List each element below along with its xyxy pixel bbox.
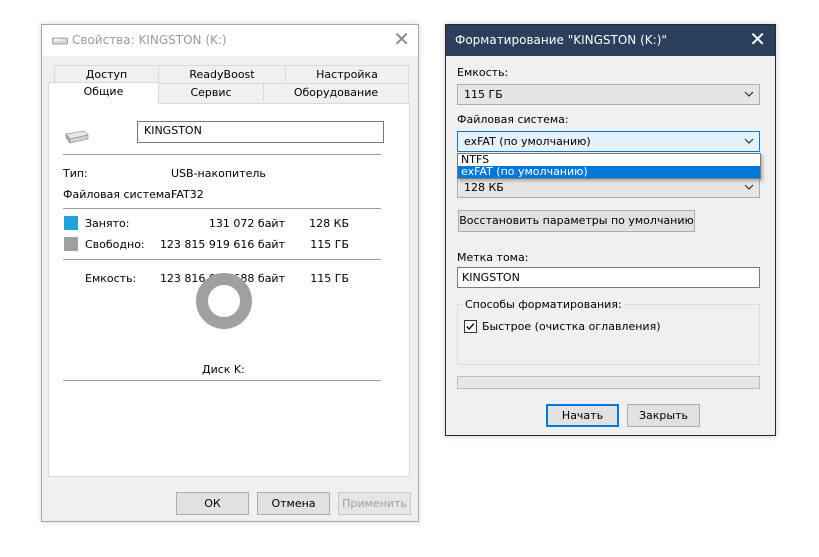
checkmark-icon — [466, 323, 475, 331]
free-bytes: 123 815 919 616 байт — [159, 238, 285, 251]
chevron-down-icon — [744, 91, 754, 97]
close-button[interactable]: Закрыть — [627, 404, 700, 427]
divider — [63, 154, 381, 155]
used-bytes: 131 072 байт — [208, 217, 285, 230]
filesystem-select[interactable]: exFAT (по умолчанию) — [457, 131, 760, 152]
used-space-swatch — [64, 216, 78, 230]
filesystem-option-exfat[interactable]: exFAT (по умолчанию) — [458, 166, 760, 178]
capacity-label: Емкость: — [85, 272, 137, 285]
type-label: Тип: — [63, 167, 88, 180]
capacity-short: 115 ГБ — [310, 272, 349, 285]
free-label: Свободно: — [85, 238, 145, 251]
volume-label-input[interactable]: KINGSTON — [457, 267, 760, 288]
free-short: 115 ГБ — [310, 238, 349, 251]
disk-usage-ring — [196, 273, 252, 329]
usb-drive-icon — [52, 37, 68, 45]
format-options-group — [457, 304, 760, 365]
chevron-down-icon — [744, 184, 754, 190]
properties-titlebar[interactable]: Свойства: KINGSTON (K:) ✕ — [42, 25, 418, 56]
usb-drive-icon — [65, 130, 89, 144]
volume-name-input[interactable]: KINGSTON — [137, 121, 384, 143]
divider — [63, 208, 381, 209]
format-title: Форматирование "KINGSTON (K:)" — [455, 33, 667, 47]
close-icon[interactable]: ✕ — [393, 29, 410, 49]
used-label: Занято: — [85, 217, 130, 230]
filesystem-dropdown-list: NTFS exFAT (по умолчанию) — [457, 153, 761, 179]
chevron-down-icon — [744, 138, 754, 144]
cluster-size-value: 128 КБ — [464, 181, 504, 194]
used-short: 128 КБ — [309, 217, 349, 230]
fs-label: Файловая система: — [63, 188, 175, 201]
capacity-value: 115 ГБ — [464, 88, 503, 101]
cancel-button[interactable]: Отмена — [257, 492, 330, 515]
apply-button[interactable]: Применить — [338, 492, 411, 515]
capacity-label: Емкость: — [457, 66, 509, 79]
disk-label: Диск K: — [202, 363, 245, 376]
tab-readyboost[interactable]: ReadyBoost — [158, 65, 286, 83]
cluster-size-select[interactable]: 128 КБ — [457, 177, 760, 198]
volume-label-caption: Метка тома: — [457, 251, 529, 264]
capacity-select[interactable]: 115 ГБ — [457, 84, 760, 105]
divider — [63, 259, 381, 260]
quick-format-checkbox[interactable] — [464, 320, 477, 333]
divider — [63, 380, 381, 381]
fs-label: Файловая система: — [457, 113, 569, 126]
free-space-swatch — [64, 237, 78, 251]
properties-window: Свойства: KINGSTON (K:) ✕ Доступ ReadyBo… — [41, 24, 419, 522]
tab-general[interactable]: Общие — [48, 82, 159, 104]
ok-button[interactable]: ОК — [176, 492, 249, 515]
tab-customize[interactable]: Настройка — [285, 65, 409, 83]
type-value: USB-накопитель — [171, 167, 266, 180]
format-dialog: Форматирование "KINGSTON (K:)" ✕ Емкость… — [445, 24, 776, 436]
format-progress-bar — [457, 376, 760, 389]
filesystem-value: exFAT (по умолчанию) — [464, 135, 591, 148]
start-button[interactable]: Начать — [546, 404, 619, 427]
close-icon[interactable]: ✕ — [749, 29, 766, 49]
properties-title: Свойства: KINGSTON (K:) — [72, 33, 227, 47]
tab-hardware[interactable]: Оборудование — [263, 83, 409, 101]
format-titlebar[interactable]: Форматирование "KINGSTON (K:)" ✕ — [446, 25, 775, 56]
restore-defaults-button[interactable]: Восстановить параметры по умолчанию — [458, 210, 695, 232]
tab-sharing[interactable]: Доступ — [54, 65, 159, 83]
fs-value: FAT32 — [171, 188, 204, 201]
format-options-label: Способы форматирования: — [463, 298, 624, 311]
general-panel: KINGSTON Тип: USB-накопитель Файловая си… — [48, 103, 410, 477]
tab-tools[interactable]: Сервис — [158, 83, 264, 101]
quick-format-label: Быстрое (очистка оглавления) — [482, 320, 661, 333]
